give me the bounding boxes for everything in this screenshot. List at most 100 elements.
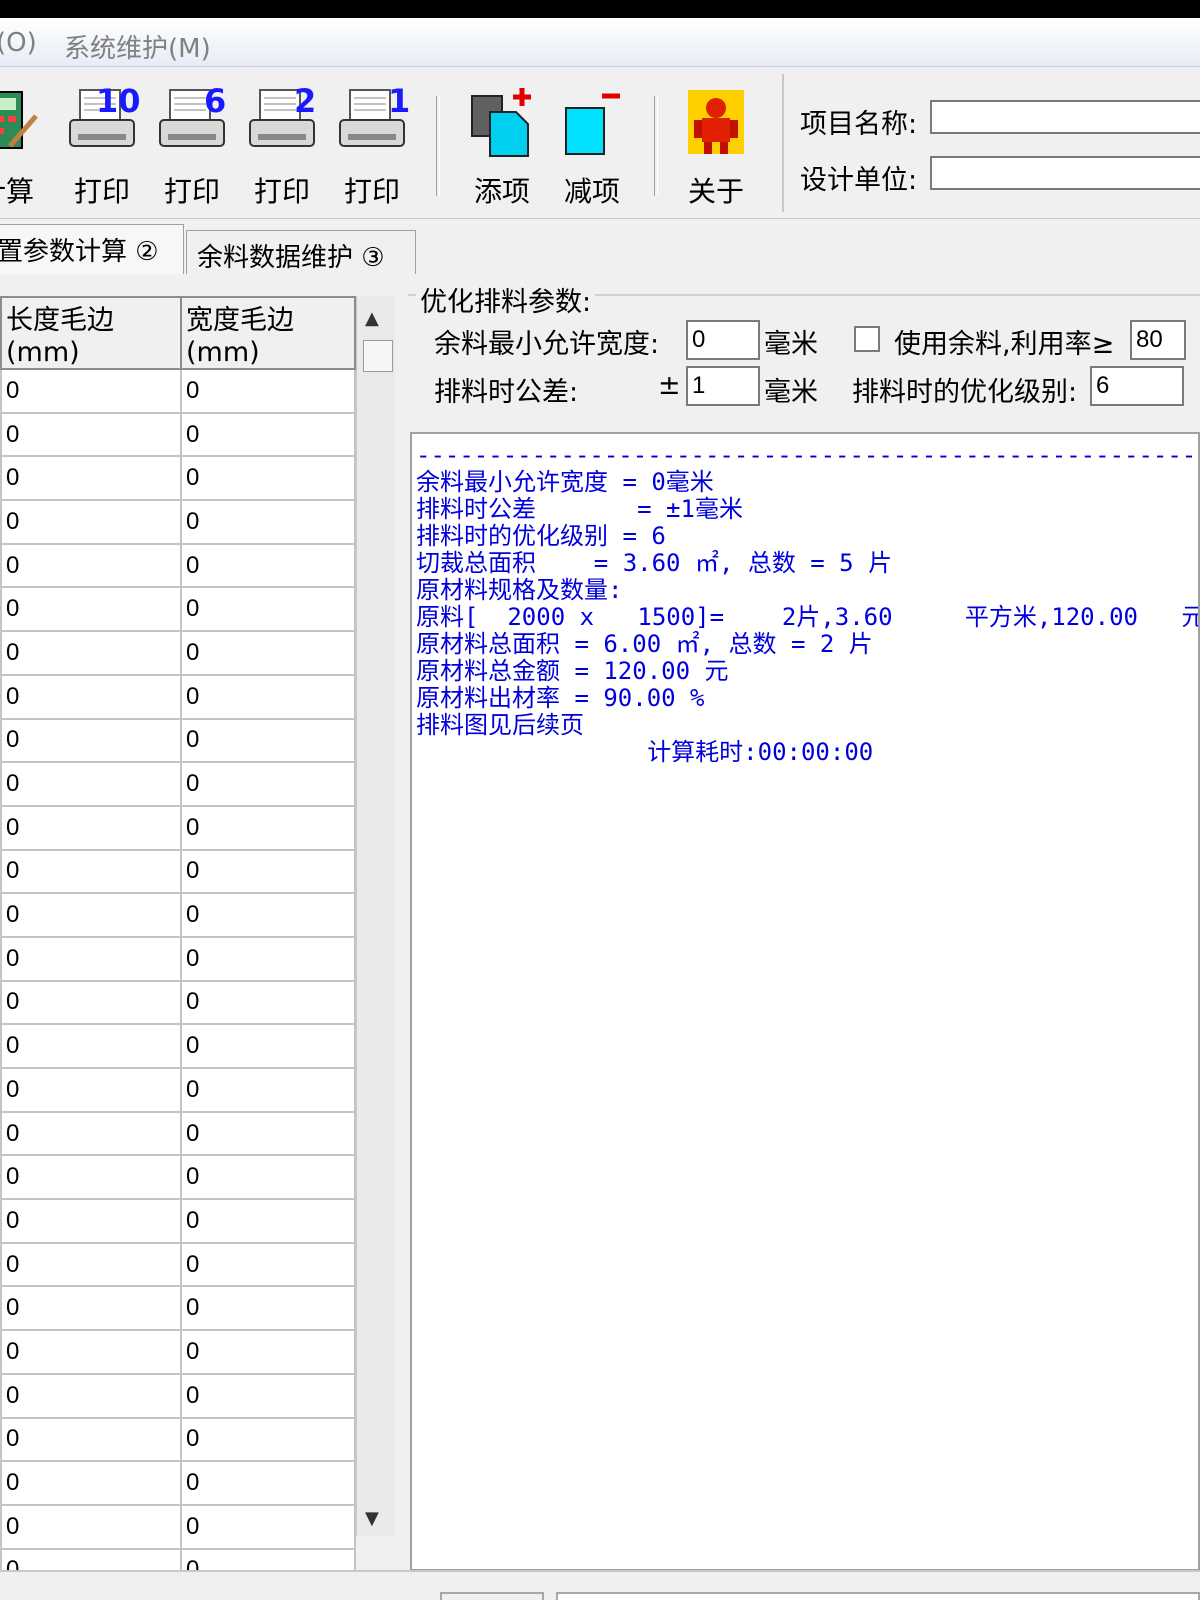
table-row[interactable]: 00 xyxy=(0,1067,356,1113)
length-trim-cell[interactable]: 0 xyxy=(0,1241,182,1288)
print-6-button[interactable]: 6 打印 xyxy=(150,82,234,208)
length-trim-cell[interactable]: 0 xyxy=(0,935,182,982)
length-trim-cell[interactable]: 0 xyxy=(0,1154,182,1201)
table-row[interactable]: 00 xyxy=(0,630,356,676)
width-trim-cell[interactable]: 0 xyxy=(180,542,356,589)
print-1-button[interactable]: 1 打印 xyxy=(330,82,414,208)
length-trim-cell[interactable]: 0 xyxy=(0,1067,182,1113)
width-trim-cell[interactable]: 0 xyxy=(180,1198,356,1244)
table-row[interactable]: 00 xyxy=(0,1372,356,1419)
min-width-input[interactable]: 0 xyxy=(686,320,760,360)
use-leftover-rate-input[interactable]: 80 xyxy=(1130,320,1186,360)
length-trim-cell[interactable]: 0 xyxy=(0,979,182,1026)
width-trim-cell[interactable]: 0 xyxy=(180,1023,356,1069)
stop-button[interactable]: 中止 xyxy=(440,1592,544,1600)
width-trim-cell[interactable]: 0 xyxy=(180,630,356,676)
add-item-button[interactable]: 添项 xyxy=(460,86,544,208)
table-row[interactable]: 00 xyxy=(0,673,356,720)
width-trim-cell[interactable]: 0 xyxy=(180,1110,356,1157)
width-trim-cell[interactable]: 0 xyxy=(180,411,356,458)
scroll-down-arrow-icon[interactable]: ▼ xyxy=(365,1508,379,1529)
width-trim-cell[interactable]: 0 xyxy=(180,1329,356,1375)
scroll-thumb[interactable] xyxy=(363,340,393,372)
length-trim-cell[interactable]: 0 xyxy=(0,1416,182,1463)
table-row[interactable]: 00 xyxy=(0,848,356,895)
column-header-length-trim[interactable]: 长度毛边(mm) xyxy=(0,296,182,370)
calculate-button[interactable]: 计算 xyxy=(0,86,48,208)
length-trim-cell[interactable]: 0 xyxy=(0,1329,182,1375)
table-row[interactable]: 00 xyxy=(0,542,356,589)
opt-level-input[interactable]: 6 xyxy=(1090,366,1184,406)
table-row[interactable]: 00 xyxy=(0,411,356,458)
width-trim-cell[interactable]: 0 xyxy=(180,1241,356,1288)
table-row[interactable]: 00 xyxy=(0,1285,356,1332)
table-row[interactable]: 00 xyxy=(0,1241,356,1288)
length-trim-cell[interactable]: 0 xyxy=(0,630,182,676)
length-trim-cell[interactable]: 0 xyxy=(0,761,182,807)
length-trim-cell[interactable]: 0 xyxy=(0,1460,182,1506)
table-row[interactable]: 00 xyxy=(0,1023,356,1069)
use-leftover-checkbox[interactable] xyxy=(854,326,880,352)
table-row[interactable]: 00 xyxy=(0,717,356,764)
table-row[interactable]: 00 xyxy=(0,979,356,1026)
length-trim-cell[interactable]: 0 xyxy=(0,717,182,764)
table-row[interactable]: 00 xyxy=(0,935,356,982)
width-trim-cell[interactable]: 0 xyxy=(180,848,356,895)
length-trim-cell[interactable]: 0 xyxy=(0,542,182,589)
table-row[interactable]: 00 xyxy=(0,761,356,807)
length-trim-cell[interactable]: 0 xyxy=(0,892,182,938)
width-trim-cell[interactable]: 0 xyxy=(180,1285,356,1332)
width-trim-cell[interactable]: 0 xyxy=(180,761,356,807)
about-button[interactable]: 关于 xyxy=(674,86,758,208)
table-row[interactable]: 00 xyxy=(0,368,356,414)
length-trim-cell[interactable]: 0 xyxy=(0,673,182,720)
table-row[interactable]: 00 xyxy=(0,1329,356,1375)
length-trim-cell[interactable]: 0 xyxy=(0,499,182,545)
length-trim-cell[interactable]: 0 xyxy=(0,586,182,633)
width-trim-cell[interactable]: 0 xyxy=(180,892,356,938)
table-row[interactable]: 00 xyxy=(0,804,356,851)
width-trim-cell[interactable]: 0 xyxy=(180,935,356,982)
length-trim-cell[interactable]: 0 xyxy=(0,848,182,895)
table-row[interactable]: 00 xyxy=(0,1460,356,1506)
length-trim-cell[interactable]: 0 xyxy=(0,1372,182,1419)
table-row[interactable]: 00 xyxy=(0,1416,356,1463)
length-trim-cell[interactable]: 0 xyxy=(0,804,182,851)
table-row[interactable]: 00 xyxy=(0,1154,356,1201)
length-trim-cell[interactable]: 0 xyxy=(0,1198,182,1244)
menu-item-system-maintenance[interactable]: 系统维护(M) xyxy=(64,28,211,65)
length-trim-cell[interactable]: 0 xyxy=(0,1023,182,1069)
width-trim-cell[interactable]: 0 xyxy=(180,804,356,851)
width-trim-cell[interactable]: 0 xyxy=(180,1503,356,1550)
width-trim-cell[interactable]: 0 xyxy=(180,499,356,545)
tab-parameter-calc[interactable]: 置参数计算 ② xyxy=(0,224,184,274)
length-trim-cell[interactable]: 0 xyxy=(0,455,182,502)
result-output-area[interactable]: ----------------------------------------… xyxy=(410,432,1200,1571)
print-10-button[interactable]: 10 打印 xyxy=(60,82,144,208)
length-trim-cell[interactable]: 0 xyxy=(0,1503,182,1550)
width-trim-cell[interactable]: 0 xyxy=(180,717,356,764)
table-row[interactable]: 00 xyxy=(0,892,356,938)
tolerance-input[interactable]: 1 xyxy=(686,366,760,406)
length-trim-cell[interactable]: 0 xyxy=(0,1285,182,1332)
tab-leftover-data[interactable]: 余料数据维护 ③ xyxy=(186,230,416,274)
table-row[interactable]: 00 xyxy=(0,1503,356,1550)
table-row[interactable]: 00 xyxy=(0,1110,356,1157)
table-row[interactable]: 00 xyxy=(0,499,356,545)
grid-scrollbar[interactable]: ▲ ▼ xyxy=(356,296,395,1536)
width-trim-cell[interactable]: 0 xyxy=(180,1416,356,1463)
table-row[interactable]: 00 xyxy=(0,1198,356,1244)
length-trim-cell[interactable]: 0 xyxy=(0,368,182,414)
design-unit-input[interactable] xyxy=(930,156,1200,190)
width-trim-cell[interactable]: 0 xyxy=(180,673,356,720)
scroll-up-arrow-icon[interactable]: ▲ xyxy=(365,308,379,329)
length-trim-cell[interactable]: 0 xyxy=(0,1110,182,1157)
print-2-button[interactable]: 2 打印 xyxy=(240,82,324,208)
width-trim-cell[interactable]: 0 xyxy=(180,979,356,1026)
table-row[interactable]: 00 xyxy=(0,455,356,502)
width-trim-cell[interactable]: 0 xyxy=(180,368,356,414)
column-header-width-trim[interactable]: 宽度毛边(mm) xyxy=(180,296,356,370)
remove-item-button[interactable]: 减项 xyxy=(550,86,634,208)
width-trim-cell[interactable]: 0 xyxy=(180,1372,356,1419)
width-trim-cell[interactable]: 0 xyxy=(180,1067,356,1113)
